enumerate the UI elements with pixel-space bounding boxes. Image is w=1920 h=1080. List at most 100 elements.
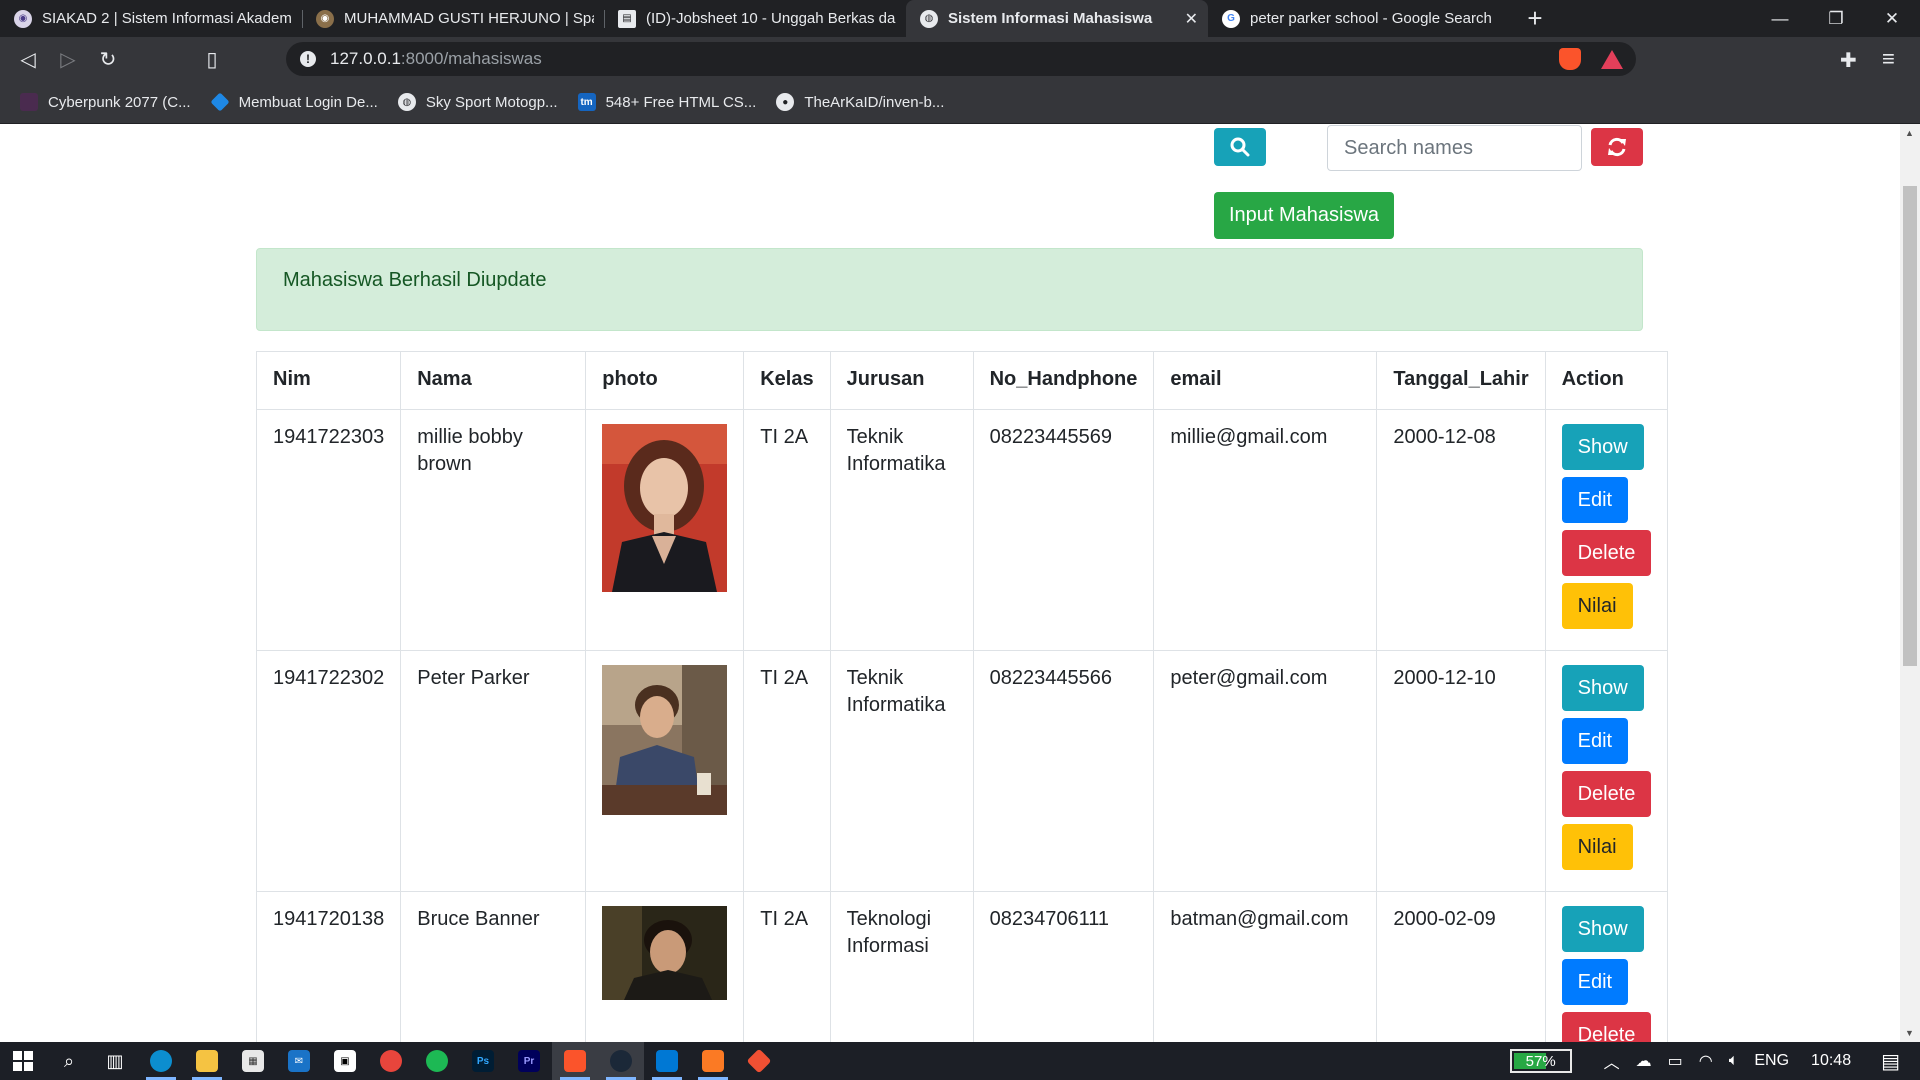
cell-email: millie@gmail.com xyxy=(1153,409,1378,651)
column-header: Nim xyxy=(255,351,402,410)
search-button[interactable] xyxy=(1214,128,1266,166)
back-arrow-icon[interactable]: ◁ xyxy=(8,39,48,79)
window-controls: — ❐ ✕ xyxy=(1752,0,1920,37)
bookmark-github[interactable]: ● TheArKaID/inven-b... xyxy=(776,93,944,111)
premiere-icon[interactable]: Pr xyxy=(506,1042,552,1080)
tab-sistem-informasi-mahasiswa[interactable]: ◍ Sistem Informasi Mahasiswa ✕ xyxy=(906,0,1208,37)
clock[interactable]: 10:48 xyxy=(1811,1052,1851,1070)
info-icon[interactable]: ! xyxy=(300,51,316,67)
task-view-icon[interactable]: ▥ xyxy=(92,1042,138,1080)
brave-browser-icon[interactable] xyxy=(552,1042,598,1080)
search-icon[interactable]: ⌕ xyxy=(46,1042,92,1080)
vscode-icon[interactable] xyxy=(644,1042,690,1080)
bookmark-icon[interactable]: ▯ xyxy=(192,39,232,79)
cell-email: peter@gmail.com xyxy=(1153,650,1378,892)
photoshop-icon[interactable]: Ps xyxy=(460,1042,506,1080)
edit-button[interactable]: Edit xyxy=(1561,477,1629,523)
minimize-icon[interactable]: — xyxy=(1752,0,1808,37)
tab-close-icon[interactable]: ✕ xyxy=(1185,9,1198,29)
table-row: 1941722302 Peter Parker TI 2A Teknik Inf… xyxy=(255,650,1669,892)
edge-icon[interactable] xyxy=(138,1042,184,1080)
student-photo xyxy=(602,424,728,592)
student-photo xyxy=(602,906,728,1000)
page-scrollbar[interactable]: ▲ ▼ xyxy=(1900,124,1920,1042)
cell-kelas: TI 2A xyxy=(743,650,831,892)
scrollbar-thumb[interactable] xyxy=(1903,186,1917,666)
column-header: email xyxy=(1153,351,1378,410)
browser-menu-icon[interactable]: ≡ xyxy=(1882,46,1895,72)
scroll-up-arrow-icon[interactable]: ▲ xyxy=(1905,128,1914,138)
bookmark-label: Sky Sport Motogp... xyxy=(425,93,558,111)
show-button[interactable]: Show xyxy=(1561,906,1644,952)
cell-kelas: TI 2A xyxy=(743,409,831,651)
refresh-button[interactable] xyxy=(1591,128,1643,166)
nilai-button[interactable]: Nilai xyxy=(1561,824,1633,870)
browser-toolbar: ◁ ▷ ↻ ▯ ! 127.0.0.1 :8000/mahasiswas xyxy=(0,37,1920,81)
git-icon[interactable] xyxy=(736,1042,782,1080)
address-bar[interactable]: ! 127.0.0.1 :8000/mahasiswas xyxy=(286,42,1636,76)
chevron-up-icon[interactable]: ︿ xyxy=(1604,1049,1620,1073)
notification-icon[interactable]: ▤ xyxy=(1881,1049,1900,1074)
steam-icon[interactable] xyxy=(598,1042,644,1080)
scroll-down-arrow-icon[interactable]: ▼ xyxy=(1905,1028,1914,1038)
search-input[interactable]: Search names xyxy=(1327,125,1582,171)
power-icon[interactable]: ▭ xyxy=(1668,1051,1683,1071)
address-path: :8000/mahasiswas xyxy=(400,49,542,68)
page-viewport: Search names Input Mahasiswa Mahasiswa B… xyxy=(0,124,1900,1042)
nilai-button[interactable]: Nilai xyxy=(1561,583,1633,629)
column-header: Action xyxy=(1544,351,1669,410)
tm-icon: tm xyxy=(577,93,596,111)
edit-button[interactable]: Edit xyxy=(1561,718,1629,764)
bookmark-free-html[interactable]: tm 548+ Free HTML CS... xyxy=(577,93,757,111)
brave-rewards-icon[interactable] xyxy=(1601,50,1623,69)
tab-jobsheet[interactable]: ▤ (ID)-Jobsheet 10 - Unggah Berkas dan xyxy=(604,0,906,37)
mail-icon[interactable]: ✉ xyxy=(276,1042,322,1080)
brave-shield-icon[interactable] xyxy=(1559,48,1581,70)
tab-google-search[interactable]: G peter parker school - Google Search xyxy=(1208,0,1510,37)
xampp-icon[interactable] xyxy=(690,1042,736,1080)
extensions-puzzle-icon[interactable]: ✚ xyxy=(1840,48,1857,73)
forward-arrow-icon[interactable]: ▷ xyxy=(48,39,88,79)
file-explorer-icon[interactable] xyxy=(184,1042,230,1080)
restore-icon[interactable]: ❐ xyxy=(1808,0,1864,37)
system-tray: 57% ︿ ☁ ▭ ◠ 🔈︎ ENG 10:48 ▤ xyxy=(1509,1042,1920,1080)
wifi-icon[interactable]: ◠ xyxy=(1699,1051,1713,1071)
tab-siakad[interactable]: ◉ SIAKAD 2 | Sistem Informasi Akademik xyxy=(0,0,302,37)
search-icon xyxy=(1230,137,1250,157)
chrome-icon[interactable] xyxy=(368,1042,414,1080)
spotify-icon[interactable] xyxy=(414,1042,460,1080)
tab-label: peter parker school - Google Search xyxy=(1250,10,1492,27)
windows-start-icon[interactable] xyxy=(0,1042,46,1080)
reload-icon[interactable]: ↻ xyxy=(88,39,128,79)
github-icon: ● xyxy=(776,93,795,111)
bookmark-cyberpunk[interactable]: Cyberpunk 2077 (C... xyxy=(20,93,191,111)
bookmark-label: Cyberpunk 2077 (C... xyxy=(48,93,191,111)
bookmark-sky-sport[interactable]: ◍ Sky Sport Motogp... xyxy=(397,93,558,111)
cell-jurusan: Teknik Informatika xyxy=(829,650,974,892)
globe-icon: ◍ xyxy=(397,93,416,111)
app-icon[interactable]: ▣ xyxy=(322,1042,368,1080)
bookmark-membuat-login[interactable]: Membuat Login De... xyxy=(210,92,378,112)
tab-spada[interactable]: ◉ MUHAMMAD GUSTI HERJUNO | Spada xyxy=(302,0,604,37)
input-mahasiswa-button[interactable]: Input Mahasiswa xyxy=(1214,192,1394,239)
volume-icon[interactable]: 🔈︎ xyxy=(1729,1052,1739,1070)
show-button[interactable]: Show xyxy=(1561,665,1644,711)
cell-action: Show Edit Delete xyxy=(1544,891,1669,1042)
edit-button[interactable]: Edit xyxy=(1561,959,1629,1005)
browser-tab-strip: ◉ SIAKAD 2 | Sistem Informasi Akademik ◉… xyxy=(0,0,1920,37)
cloud-icon[interactable]: ☁ xyxy=(1636,1051,1652,1071)
delete-button[interactable]: Delete xyxy=(1561,530,1652,576)
delete-button[interactable]: Delete xyxy=(1561,771,1652,817)
bookmark-label: 548+ Free HTML CS... xyxy=(605,93,757,111)
google-icon: G xyxy=(1222,9,1240,28)
cell-nim: 1941722302 xyxy=(255,650,402,892)
new-tab-plus-icon[interactable]: + xyxy=(1510,0,1560,37)
battery-indicator[interactable]: 57% xyxy=(1509,1049,1572,1073)
language-indicator[interactable]: ENG xyxy=(1754,1052,1789,1070)
show-button[interactable]: Show xyxy=(1561,424,1644,470)
close-window-icon[interactable]: ✕ xyxy=(1864,0,1920,37)
delete-button[interactable]: Delete xyxy=(1561,1012,1652,1042)
cell-tanggal-lahir: 2000-12-08 xyxy=(1376,409,1546,651)
spada-logo-icon: ◉ xyxy=(316,9,334,28)
store-icon[interactable]: ▦ xyxy=(230,1042,276,1080)
